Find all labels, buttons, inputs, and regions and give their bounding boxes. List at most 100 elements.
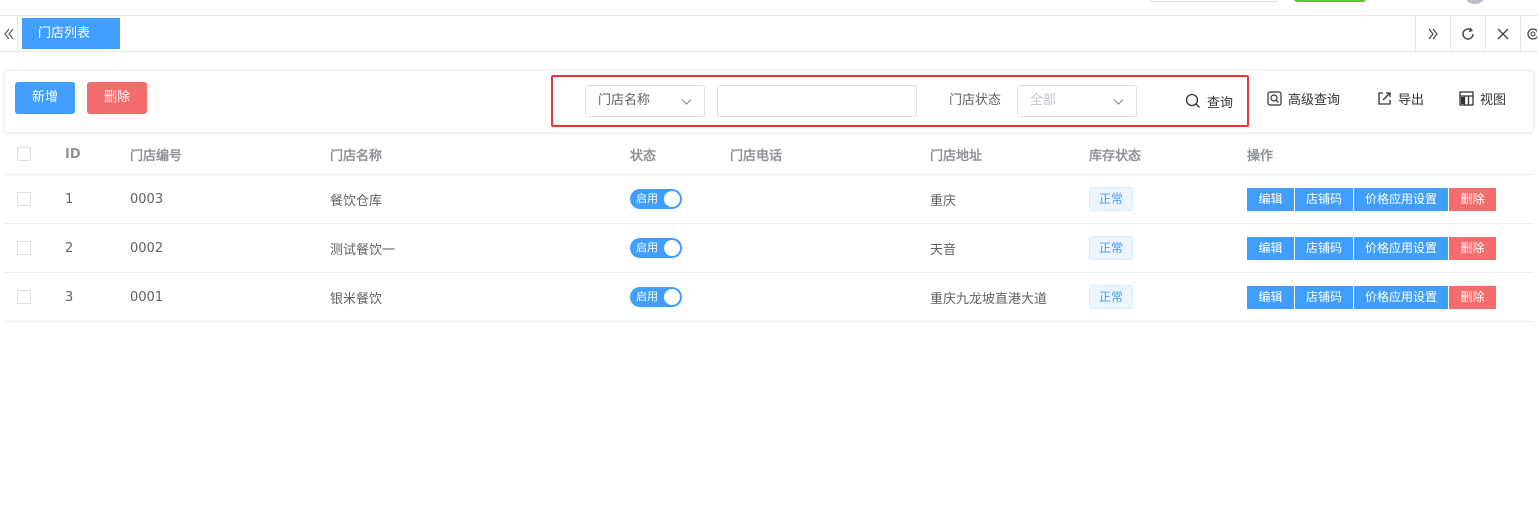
table-row: 3 0001 银米餐饮 启用 重庆九龙坡直港大道 正常 编辑 店铺码 价格应用设… bbox=[4, 273, 1534, 322]
row-status-cell: 启用 bbox=[630, 175, 682, 223]
header-stock-status: 库存状态 bbox=[1089, 148, 1142, 164]
select-all-cell bbox=[17, 134, 31, 174]
toggle-knob bbox=[664, 240, 680, 256]
stock-status-badge: 正常 bbox=[1089, 285, 1134, 309]
close-tab-button[interactable] bbox=[1485, 16, 1520, 51]
row-id: 2 bbox=[65, 240, 74, 256]
row-id: 1 bbox=[65, 191, 74, 207]
header-store-address: 门店地址 bbox=[930, 148, 983, 164]
edit-button[interactable]: 编辑 bbox=[1247, 285, 1294, 309]
row-store-name: 测试餐饮一 bbox=[330, 242, 396, 258]
row-stock-cell: 正常 bbox=[1089, 273, 1134, 321]
status-toggle-label: 启用 bbox=[636, 192, 658, 205]
export-button[interactable]: 导出 bbox=[1377, 87, 1424, 109]
row-status-cell: 启用 bbox=[630, 273, 682, 321]
price-setting-button[interactable]: 价格应用设置 bbox=[1354, 187, 1448, 211]
row-actions: 编辑 店铺码 价格应用设置 删除 bbox=[1247, 273, 1496, 321]
search-input[interactable] bbox=[717, 85, 917, 117]
stock-status-badge: 正常 bbox=[1089, 187, 1134, 211]
store-table: ID 门店编号 门店名称 状态 门店电话 门店地址 库存状态 操作 1 0003… bbox=[4, 134, 1534, 322]
chevron-down-icon bbox=[1113, 99, 1124, 105]
price-setting-button[interactable]: 价格应用设置 bbox=[1354, 236, 1448, 260]
tabs-scroll-left-button[interactable] bbox=[0, 16, 18, 51]
advanced-search-icon bbox=[1267, 90, 1282, 106]
table-row: 1 0003 餐饮仓库 启用 重庆 正常 编辑 店铺码 价格应用设置 删除 bbox=[4, 175, 1534, 224]
advanced-query-button[interactable]: 高级查询 bbox=[1267, 87, 1340, 109]
header-status: 状态 bbox=[630, 148, 657, 164]
row-checkbox[interactable] bbox=[17, 241, 31, 255]
select-all-checkbox[interactable] bbox=[17, 147, 31, 161]
table-header: ID 门店编号 门店名称 状态 门店电话 门店地址 库存状态 操作 bbox=[4, 134, 1534, 175]
toolbar: 新增 删除 门店名称 门店状态 全部 查询 高级查询 导出 视图 bbox=[4, 70, 1534, 133]
refresh-icon bbox=[1462, 27, 1474, 40]
header-operations: 操作 bbox=[1247, 148, 1274, 164]
row-actions: 编辑 店铺码 价格应用设置 删除 bbox=[1247, 224, 1496, 272]
status-toggle[interactable]: 启用 bbox=[630, 287, 682, 307]
refresh-button[interactable] bbox=[1450, 16, 1485, 51]
header-input-edge[interactable] bbox=[1150, 0, 1278, 2]
row-select-cell bbox=[17, 175, 31, 223]
header-id: ID bbox=[65, 146, 81, 162]
row-delete-button[interactable]: 删除 bbox=[1449, 236, 1496, 260]
row-store-code: 0002 bbox=[130, 240, 164, 256]
add-button[interactable]: 新增 bbox=[15, 82, 75, 114]
price-setting-button[interactable]: 价格应用设置 bbox=[1354, 285, 1448, 309]
search-area-highlight: 门店名称 门店状态 全部 查询 bbox=[551, 75, 1249, 127]
store-status-select[interactable]: 全部 bbox=[1017, 85, 1137, 117]
view-grid-icon bbox=[1459, 90, 1474, 106]
store-code-button[interactable]: 店铺码 bbox=[1295, 285, 1353, 309]
search-field-selected: 门店名称 bbox=[598, 93, 651, 108]
query-label: 查询 bbox=[1207, 95, 1234, 111]
row-store-name: 餐饮仓库 bbox=[330, 193, 383, 209]
double-chevron-left-icon bbox=[3, 28, 13, 39]
header-green-button-edge[interactable] bbox=[1294, 0, 1366, 2]
advanced-query-label: 高级查询 bbox=[1288, 92, 1341, 108]
table-row: 2 0002 测试餐饮一 启用 天音 正常 编辑 店铺码 价格应用设置 删除 bbox=[4, 224, 1534, 273]
status-toggle-label: 启用 bbox=[636, 241, 658, 254]
close-icon bbox=[1497, 28, 1509, 39]
search-icon bbox=[1185, 93, 1200, 108]
export-label: 导出 bbox=[1398, 92, 1425, 108]
export-icon bbox=[1378, 91, 1391, 105]
view-label: 视图 bbox=[1480, 92, 1507, 108]
search-field-select[interactable]: 门店名称 bbox=[585, 85, 705, 117]
edit-button[interactable]: 编辑 bbox=[1247, 236, 1294, 260]
header-store-phone: 门店电话 bbox=[730, 148, 783, 164]
row-store-code: 0003 bbox=[130, 191, 164, 207]
row-actions: 编辑 店铺码 价格应用设置 删除 bbox=[1247, 175, 1496, 223]
top-header-strip bbox=[0, 0, 1538, 16]
tabs-scroll-right-button[interactable] bbox=[1415, 16, 1450, 51]
store-code-button[interactable]: 店铺码 bbox=[1295, 236, 1353, 260]
row-store-name: 银米餐饮 bbox=[330, 291, 383, 307]
tabs-bar: 门店列表 bbox=[0, 16, 1538, 52]
settings-button[interactable] bbox=[1520, 16, 1538, 51]
delete-button[interactable]: 删除 bbox=[87, 82, 147, 114]
tab-store-list[interactable]: 门店列表 bbox=[22, 18, 120, 49]
stock-status-badge: 正常 bbox=[1089, 236, 1134, 260]
row-id: 3 bbox=[65, 289, 74, 305]
avatar[interactable] bbox=[1466, 0, 1484, 4]
toggle-knob bbox=[664, 289, 680, 305]
store-code-button[interactable]: 店铺码 bbox=[1295, 187, 1353, 211]
tab-tools bbox=[1415, 16, 1538, 51]
query-button[interactable]: 查询 bbox=[1185, 85, 1233, 117]
row-delete-button[interactable]: 删除 bbox=[1449, 187, 1496, 211]
status-toggle-label: 启用 bbox=[636, 290, 658, 303]
view-button[interactable]: 视图 bbox=[1459, 87, 1506, 109]
row-stock-cell: 正常 bbox=[1089, 224, 1134, 272]
row-status-cell: 启用 bbox=[630, 224, 682, 272]
row-select-cell bbox=[17, 273, 31, 321]
gear-icon bbox=[1526, 27, 1537, 40]
status-toggle[interactable]: 启用 bbox=[630, 189, 682, 209]
edit-button[interactable]: 编辑 bbox=[1247, 187, 1294, 211]
row-stock-cell: 正常 bbox=[1089, 175, 1134, 223]
status-toggle[interactable]: 启用 bbox=[630, 238, 682, 258]
row-checkbox[interactable] bbox=[17, 290, 31, 304]
row-checkbox[interactable] bbox=[17, 192, 31, 206]
row-delete-button[interactable]: 删除 bbox=[1449, 285, 1496, 309]
toggle-knob bbox=[664, 191, 680, 207]
double-chevron-right-icon bbox=[1428, 28, 1438, 39]
row-store-code: 0001 bbox=[130, 289, 164, 305]
store-status-label: 门店状态 bbox=[949, 93, 1002, 108]
row-store-address: 天音 bbox=[930, 242, 957, 258]
